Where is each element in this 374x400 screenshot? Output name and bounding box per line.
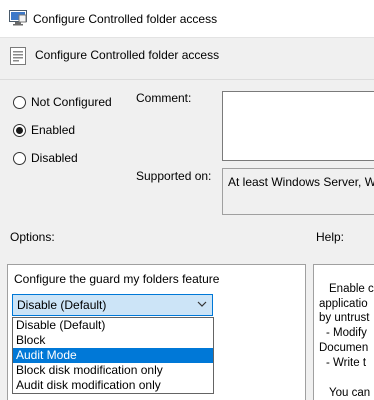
radio-not-configured-label: Not Configured <box>31 95 112 109</box>
chevron-down-icon <box>197 301 207 307</box>
radio-disabled-label: Disabled <box>31 151 78 165</box>
help-label: Help: <box>316 230 345 244</box>
comment-label: Comment: <box>136 91 192 105</box>
supported-on-value: At least Windows Server, Wi <box>222 168 374 215</box>
dropdown-item-audit-disk-modification[interactable]: Audit disk modification only <box>13 378 213 393</box>
guard-mode-dropdown: Disable (Default) Block Audit Mode Block… <box>12 317 214 394</box>
policy-heading: Configure Controlled folder access <box>35 48 220 62</box>
policy-editor-icon <box>9 10 27 26</box>
dropdown-item-block-disk-modification[interactable]: Block disk modification only <box>13 363 213 378</box>
dropdown-item-block[interactable]: Block <box>13 333 213 348</box>
radio-not-configured[interactable]: Not Configured <box>13 95 112 109</box>
title-bar: Configure Controlled folder access <box>0 0 374 38</box>
comment-field[interactable] <box>222 91 374 161</box>
help-line: - Write t <box>326 357 367 369</box>
policy-setting-icon <box>10 47 26 65</box>
policy-header: Configure Controlled folder access <box>0 38 374 72</box>
radio-not-configured-circle[interactable] <box>13 95 26 109</box>
help-panel[interactable]: Enable c applicatio by untrust - Modify … <box>313 264 374 400</box>
guard-feature-label: Configure the guard my folders feature <box>14 272 220 286</box>
radio-enabled-circle[interactable] <box>13 123 26 137</box>
help-line: - Modify <box>326 327 367 339</box>
help-line: Documen <box>319 342 369 354</box>
dropdown-item-audit-mode[interactable]: Audit Mode <box>13 348 213 363</box>
help-line: Enable c <box>329 283 374 295</box>
guard-mode-selected: Disable (Default) <box>17 298 107 312</box>
options-label: Options: <box>10 230 55 244</box>
help-line: by untrust <box>319 312 370 324</box>
window-title: Configure Controlled folder access <box>33 12 218 26</box>
guard-mode-select[interactable]: Disable (Default) <box>12 294 213 316</box>
supported-on-label: Supported on: <box>136 169 212 183</box>
help-line: applicatio <box>319 298 368 310</box>
help-line: You can <box>329 387 371 399</box>
radio-disabled-circle[interactable] <box>13 151 26 165</box>
dropdown-item-disable-default[interactable]: Disable (Default) <box>13 318 213 333</box>
radio-enabled-label: Enabled <box>31 123 76 137</box>
radio-disabled[interactable]: Disabled <box>13 151 78 165</box>
radio-enabled[interactable]: Enabled <box>13 123 75 137</box>
header-divider <box>0 79 374 80</box>
